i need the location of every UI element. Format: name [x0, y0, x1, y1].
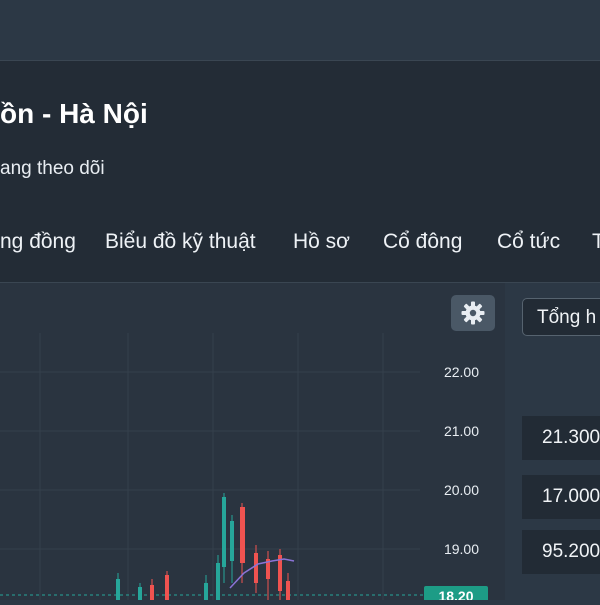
candle-down — [240, 507, 245, 563]
summary-value-box: 21.300 — [522, 416, 600, 460]
moving-average-line — [229, 558, 295, 589]
tab-shareholders[interactable]: Cổ đông — [383, 230, 462, 254]
tab-dividends[interactable]: Cổ tức — [497, 230, 560, 254]
candle-up — [222, 497, 226, 567]
current-price-label: 18.20 — [438, 588, 473, 600]
summary-dropdown-label: Tổng h — [537, 307, 597, 328]
summary-value: 95.200 — [542, 541, 600, 562]
summary-dropdown[interactable]: Tổng h — [522, 298, 600, 336]
price-tick-label: 19.00 — [444, 541, 479, 557]
price-tick-label: 22.00 — [444, 364, 479, 380]
tab-profile[interactable]: Hồ sơ — [293, 230, 350, 254]
price-tick-label: 20.00 — [444, 482, 479, 498]
candle-up — [204, 583, 208, 600]
tab-technical-chart[interactable]: Biểu đồ kỹ thuật — [105, 230, 256, 254]
candle-up — [230, 521, 234, 561]
candle-down — [254, 553, 258, 583]
follow-status-text[interactable]: ang theo dõi — [0, 158, 105, 180]
candle-down — [150, 585, 154, 600]
top-bar — [0, 0, 600, 58]
candle-up — [216, 563, 220, 600]
candle-up — [116, 579, 120, 600]
candle-down — [286, 581, 290, 600]
summary-value: 21.300 — [542, 427, 600, 448]
candle-up — [138, 587, 142, 600]
tab-industry[interactable]: ng đồng — [0, 230, 76, 254]
page-title: ồn - Hà Nội — [0, 98, 148, 129]
summary-value: 17.000 — [542, 486, 600, 507]
summary-value-box: 95.200 — [522, 530, 600, 574]
price-chart-area[interactable]: 22.00 21.00 20.00 19.00 18.20 — [0, 283, 505, 605]
price-tick-label: 21.00 — [444, 423, 479, 439]
candlestick-chart[interactable]: 22.00 21.00 20.00 19.00 18.20 — [0, 283, 505, 605]
chart-settings-button[interactable] — [451, 295, 495, 331]
summary-value-box: 17.000 — [522, 475, 600, 519]
tab-next[interactable]: T — [592, 230, 600, 254]
gear-icon — [461, 301, 485, 325]
candle-down — [165, 575, 169, 600]
